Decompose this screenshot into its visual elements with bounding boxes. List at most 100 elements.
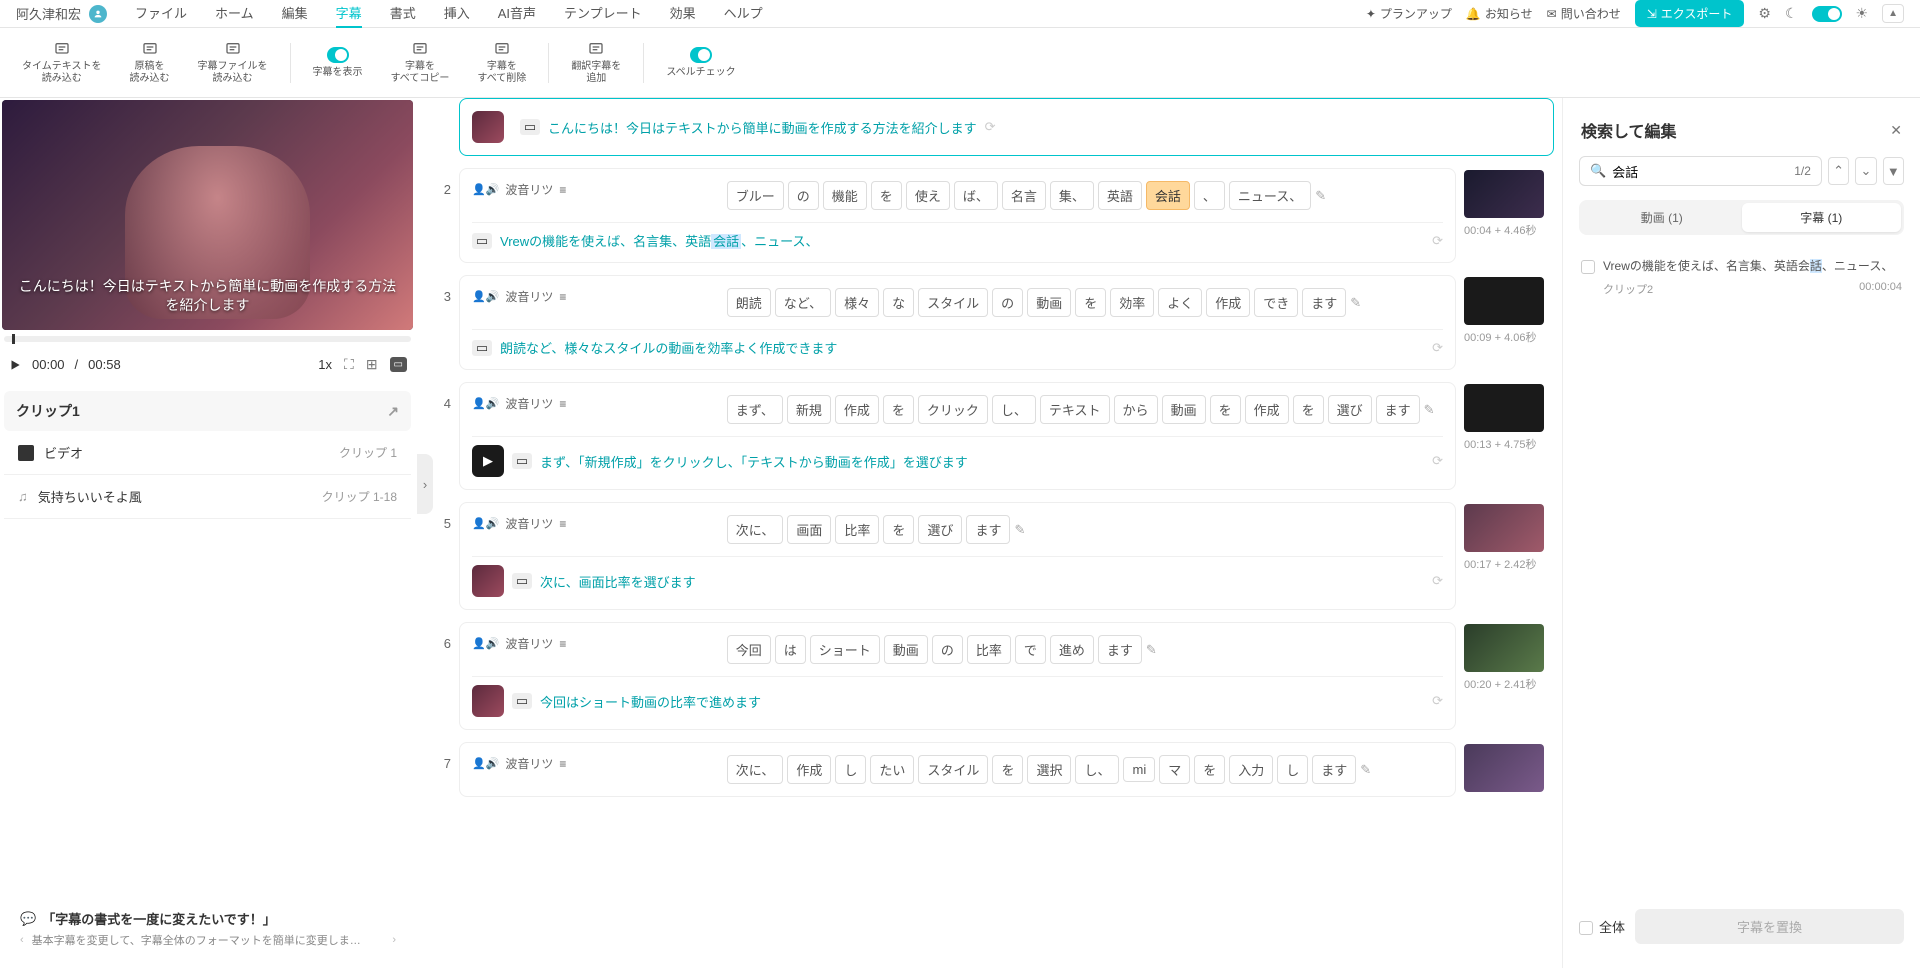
word-token[interactable]: 機能 (823, 181, 867, 210)
fullscreen-icon[interactable]: ▭ (390, 357, 407, 372)
word-token[interactable]: を (1293, 395, 1324, 424)
word-token[interactable]: で (1015, 635, 1046, 664)
avatar[interactable] (89, 5, 107, 23)
word-token[interactable]: な (883, 288, 914, 317)
word-token[interactable]: たい (870, 755, 914, 784)
clip-thumbnail[interactable] (1464, 170, 1544, 218)
replace-button[interactable]: 字幕を置換 (1635, 909, 1904, 944)
word-token[interactable]: スタイル (918, 288, 988, 317)
clip-thumbnail[interactable] (1464, 504, 1544, 552)
menu-icon[interactable]: ≡ (559, 183, 566, 197)
notice-button[interactable]: 🔔 お知らせ (1466, 5, 1533, 22)
word-token[interactable]: を (1194, 755, 1225, 784)
word-token[interactable]: mi (1123, 757, 1155, 782)
edit-icon[interactable]: ✎ (1424, 402, 1435, 418)
export-button[interactable]: ⇲ エクスポート (1635, 0, 1745, 27)
word-token[interactable]: 様々 (835, 288, 879, 317)
search-tab[interactable]: 動画 (1) (1582, 203, 1742, 232)
ribbon-3[interactable]: 字幕を表示 (303, 43, 373, 83)
word-token[interactable]: ます (1312, 755, 1356, 784)
edit-icon[interactable]: ✎ (1014, 522, 1025, 538)
subtitle-text[interactable]: 今回はショート動画の比率で進めます (540, 692, 1424, 711)
search-prev-button[interactable]: ⌃ (1828, 157, 1849, 185)
word-token[interactable]: 動画 (1027, 288, 1071, 317)
loop-icon[interactable]: ⟳ (1432, 340, 1443, 356)
word-token[interactable]: 作成 (787, 755, 831, 784)
edit-icon[interactable]: ✎ (1315, 188, 1326, 204)
ribbon-4[interactable]: 字幕を すべてコピー (381, 37, 460, 89)
word-token[interactable]: クリック (918, 395, 988, 424)
clip-body[interactable]: 👤🔊波音リツ≡まず、新規作成をクリックし、テキストから動画を作成を選びます✎▶▭… (459, 382, 1456, 490)
clip-body[interactable]: 👤🔊波音リツ≡今回はショート動画の比率で進めます✎▭今回はショート動画の比率で進… (459, 622, 1456, 730)
word-token[interactable]: 、 (1194, 181, 1225, 210)
clip-panel-header[interactable]: クリップ1 ↗ (4, 391, 411, 431)
word-token[interactable]: よく (1158, 288, 1202, 317)
word-token[interactable]: 集、 (1050, 181, 1094, 210)
clip-thumbnail[interactable] (1464, 624, 1544, 672)
result-checkbox[interactable] (1581, 260, 1595, 274)
ribbon-0[interactable]: タイムテキストを 読み込む (12, 37, 112, 89)
clip-body[interactable]: 👤🔊波音リツ≡次に、作成したいスタイルを選択し、miマを入力します✎ (459, 742, 1456, 797)
clip-body[interactable]: 👤🔊波音リツ≡朗読など、様々なスタイルの動画を効率よく作成できます✎▭朗読など、… (459, 275, 1456, 370)
word-token[interactable]: ます (1302, 288, 1346, 317)
menu-icon[interactable]: ≡ (559, 397, 566, 411)
word-token[interactable]: の (788, 181, 819, 210)
menu-icon[interactable]: ≡ (559, 517, 566, 531)
collapse-up-icon[interactable]: ▲ (1882, 4, 1904, 23)
grid-icon[interactable]: ⊞ (366, 356, 378, 373)
word-token[interactable]: 選び (1328, 395, 1372, 424)
menu-編集[interactable]: 編集 (282, 0, 308, 28)
word-token[interactable]: の (932, 635, 963, 664)
word-token[interactable]: ます (1376, 395, 1420, 424)
clip-body[interactable]: 👤🔊波音リツ≡次に、画面比率を選びます✎▭次に、画面比率を選びます⟳ (459, 502, 1456, 610)
word-token[interactable]: ます (966, 515, 1010, 544)
word-token[interactable]: し (1277, 755, 1308, 784)
clip-thumbnail[interactable] (1464, 277, 1544, 325)
word-token[interactable]: スタイル (918, 755, 988, 784)
menu-ファイル[interactable]: ファイル (135, 0, 187, 28)
word-token[interactable]: の (992, 288, 1023, 317)
word-token[interactable]: まず、 (727, 395, 783, 424)
loop-icon[interactable]: ⟳ (1432, 693, 1443, 709)
word-token[interactable]: 作成 (1206, 288, 1250, 317)
word-token[interactable]: を (1075, 288, 1106, 317)
loop-icon[interactable]: ⟳ (1432, 573, 1443, 589)
word-token[interactable]: 英語 (1098, 181, 1142, 210)
contact-button[interactable]: ✉ 問い合わせ (1547, 5, 1621, 22)
word-token[interactable]: 動画 (884, 635, 928, 664)
search-input[interactable] (1612, 164, 1788, 179)
word-token[interactable]: は (775, 635, 806, 664)
subtitle-text[interactable]: 次に、画面比率を選びます (540, 572, 1424, 591)
word-token[interactable]: 比率 (967, 635, 1011, 664)
menu-ヘルプ[interactable]: ヘルプ (724, 0, 763, 28)
edit-icon[interactable]: ✎ (1360, 762, 1371, 778)
menu-ホーム[interactable]: ホーム (215, 0, 254, 28)
close-icon[interactable]: ✕ (1890, 122, 1902, 139)
scrub-bar[interactable] (4, 336, 411, 342)
word-token[interactable]: 新規 (787, 395, 831, 424)
settings-icon[interactable]: ⚙ (1758, 5, 1771, 22)
word-token[interactable]: 名言 (1002, 181, 1046, 210)
theme-toggle[interactable] (1812, 6, 1842, 22)
word-token[interactable]: ブルー (727, 181, 784, 210)
word-token[interactable]: を (871, 181, 902, 210)
ribbon-1[interactable]: 原稿を 読み込む (120, 37, 180, 89)
word-token[interactable]: ます (1098, 635, 1142, 664)
subtitle-text[interactable]: Vrewの機能を使えば、名言集、英語会話、ニュース、 (500, 231, 1424, 250)
menu-効果[interactable]: 効果 (670, 0, 696, 28)
word-token[interactable]: 動画 (1162, 395, 1206, 424)
word-token[interactable]: 効率 (1110, 288, 1154, 317)
word-token[interactable]: ば、 (954, 181, 998, 210)
play-button[interactable] (8, 358, 22, 372)
menu-AI音声[interactable]: AI音声 (498, 0, 536, 28)
menu-字幕[interactable]: 字幕 (336, 0, 362, 28)
subtitle-text[interactable]: まず、「新規作成」をクリックし、「テキストから動画を作成」を選びます (540, 452, 1424, 471)
word-token[interactable]: 次に、 (727, 515, 784, 544)
ribbon-5[interactable]: 字幕を すべて削除 (467, 37, 536, 89)
ribbon-6[interactable]: 翻訳字幕を 追加 (561, 37, 631, 89)
clip-item[interactable]: ♫気持ちいいそよ風クリップ 1-18 (4, 475, 411, 519)
chevron-left-icon[interactable]: ‹ (20, 934, 24, 946)
external-link-icon[interactable]: ↗ (387, 403, 399, 420)
word-token[interactable]: を (1210, 395, 1241, 424)
menu-挿入[interactable]: 挿入 (444, 0, 470, 28)
